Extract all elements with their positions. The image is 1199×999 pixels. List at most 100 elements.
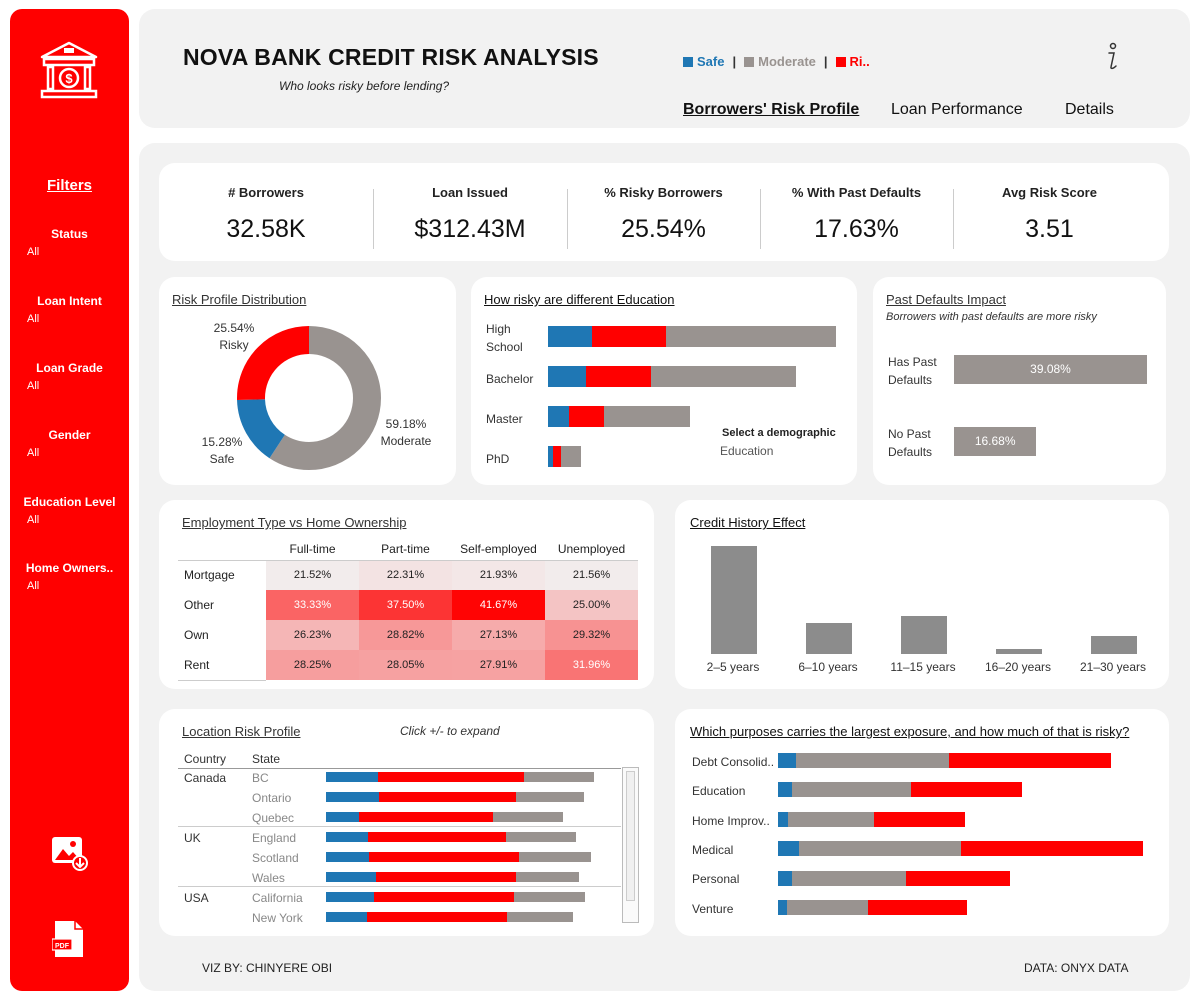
pdf-icon[interactable]: PDF [52, 919, 86, 959]
filter-value[interactable]: All [10, 580, 129, 592]
heatmap-cell[interactable]: 28.25% [266, 650, 359, 680]
location-bar-risky[interactable] [359, 812, 493, 822]
education-bar-risky[interactable] [553, 446, 561, 467]
scrollbar-thumb[interactable] [626, 771, 635, 901]
location-bar-safe[interactable] [326, 812, 360, 822]
heatmap-cell[interactable]: 41.67% [452, 590, 545, 620]
purpose-bar-safe[interactable] [778, 782, 792, 798]
filter-value[interactable]: All [10, 246, 129, 258]
purpose-bar-safe[interactable] [778, 841, 799, 857]
purpose-bar-risky[interactable] [911, 782, 1022, 798]
purpose-bar-moderate[interactable] [792, 870, 906, 886]
purpose-bar-moderate[interactable] [788, 811, 874, 827]
education-bar-safe[interactable] [548, 406, 569, 427]
credit-history-bar[interactable] [1091, 636, 1137, 654]
filter-value[interactable]: All [10, 380, 129, 392]
credit-history-bar[interactable] [711, 545, 757, 654]
location-bar-moderate[interactable] [513, 892, 586, 902]
education-bar-risky[interactable] [569, 406, 604, 427]
info-icon[interactable] [1101, 42, 1123, 72]
location-bar-moderate[interactable] [506, 832, 577, 842]
credit-history-bar[interactable] [996, 649, 1042, 654]
purpose-bar-risky[interactable] [874, 811, 965, 827]
heatmap-cell[interactable]: 28.05% [359, 650, 452, 680]
heatmap-cell[interactable]: 21.52% [266, 560, 359, 590]
purpose-bar-moderate[interactable] [796, 753, 949, 768]
tab-details[interactable]: Details [1065, 101, 1114, 119]
location-bar-risky[interactable] [379, 792, 516, 802]
filter-status[interactable]: Status All [10, 227, 129, 258]
education-bar-risky[interactable] [592, 326, 666, 347]
location-bar-risky[interactable] [366, 912, 507, 922]
location-bar-safe[interactable] [326, 772, 379, 782]
heatmap-cell[interactable]: 29.32% [545, 620, 638, 650]
heatmap-cell[interactable]: 33.33% [266, 590, 359, 620]
location-bar-risky[interactable] [367, 832, 506, 842]
purpose-bar-risky[interactable] [961, 841, 1143, 857]
location-bar-moderate[interactable] [515, 872, 580, 882]
credit-history-bar[interactable] [901, 616, 947, 654]
filter-home-ownership[interactable]: Home Owners.. All [10, 561, 129, 592]
location-bar-moderate[interactable] [519, 852, 591, 862]
filter-value[interactable]: All [10, 313, 129, 325]
location-bar-safe[interactable] [326, 792, 380, 802]
scrollbar[interactable] [622, 767, 639, 923]
credit-history-bar[interactable] [806, 623, 852, 654]
filter-value[interactable]: All [10, 514, 129, 526]
filter-gender[interactable]: Gender All [10, 428, 129, 459]
demographic-selector[interactable]: Education [720, 444, 773, 458]
tab-loan-performance[interactable]: Loan Performance [891, 101, 1023, 119]
filter-value[interactable]: All [10, 447, 129, 459]
heatmap-cell[interactable]: 22.31% [359, 560, 452, 590]
education-bar-moderate[interactable] [651, 366, 796, 387]
purpose-bar-safe[interactable] [778, 870, 792, 886]
purpose-bar-risky[interactable] [906, 870, 1010, 886]
filter-loan-grade[interactable]: Loan Grade All [10, 361, 129, 392]
education-bar-safe[interactable] [548, 326, 592, 347]
location-bar-safe[interactable] [326, 892, 374, 902]
location-bar-safe[interactable] [326, 832, 368, 842]
location-bar-moderate[interactable] [492, 812, 564, 822]
heatmap-cell[interactable]: 21.93% [452, 560, 545, 590]
purpose-bar-moderate[interactable] [787, 900, 868, 915]
country-label[interactable]: UK [184, 831, 201, 845]
purpose-bar-risky[interactable] [949, 753, 1111, 768]
heatmap-cell[interactable]: 28.82% [359, 620, 452, 650]
education-bar-moderate[interactable] [604, 406, 690, 427]
purpose-bar-risky[interactable] [868, 900, 967, 915]
education-bar-moderate[interactable] [561, 446, 581, 467]
heatmap-cell[interactable]: 37.50% [359, 590, 452, 620]
purpose-bar-safe[interactable] [778, 900, 787, 915]
past-default-bar[interactable]: 16.68% [954, 427, 1037, 456]
tab-borrowers-risk-profile[interactable]: Borrowers' Risk Profile [683, 101, 859, 119]
image-download-icon[interactable] [50, 835, 88, 871]
heatmap-cell[interactable]: 26.23% [266, 620, 359, 650]
location-bar-safe[interactable] [326, 912, 367, 922]
country-label[interactable]: Canada [184, 771, 226, 785]
filter-loan-intent[interactable]: Loan Intent All [10, 294, 129, 325]
education-bar-risky[interactable] [586, 366, 651, 387]
purpose-bar-moderate[interactable] [792, 782, 911, 798]
location-bar-moderate[interactable] [524, 772, 594, 782]
purpose-bar-safe[interactable] [778, 811, 788, 827]
location-bar-risky[interactable] [368, 852, 520, 862]
filter-education-level[interactable]: Education Level All [10, 495, 129, 526]
location-bar-risky[interactable] [373, 892, 514, 902]
heatmap-cell[interactable]: 25.00% [545, 590, 638, 620]
location-bar-safe[interactable] [326, 872, 376, 882]
education-bar-moderate[interactable] [666, 326, 836, 347]
heatmap-cell[interactable]: 31.96% [545, 650, 638, 680]
location-bar-risky[interactable] [378, 772, 525, 782]
education-bar-safe[interactable] [548, 366, 586, 387]
heatmap-cell[interactable]: 21.56% [545, 560, 638, 590]
heatmap-cell[interactable]: 27.13% [452, 620, 545, 650]
heatmap-cell[interactable]: 27.91% [452, 650, 545, 680]
location-bar-risky[interactable] [375, 872, 516, 882]
purpose-bar-safe[interactable] [778, 753, 796, 768]
location-bar-moderate[interactable] [515, 792, 585, 802]
location-bar-moderate[interactable] [506, 912, 573, 922]
country-label[interactable]: USA [184, 891, 209, 905]
purpose-bar-moderate[interactable] [799, 841, 961, 857]
location-bar-safe[interactable] [326, 852, 369, 862]
past-default-bar[interactable]: 39.08% [954, 355, 1147, 384]
